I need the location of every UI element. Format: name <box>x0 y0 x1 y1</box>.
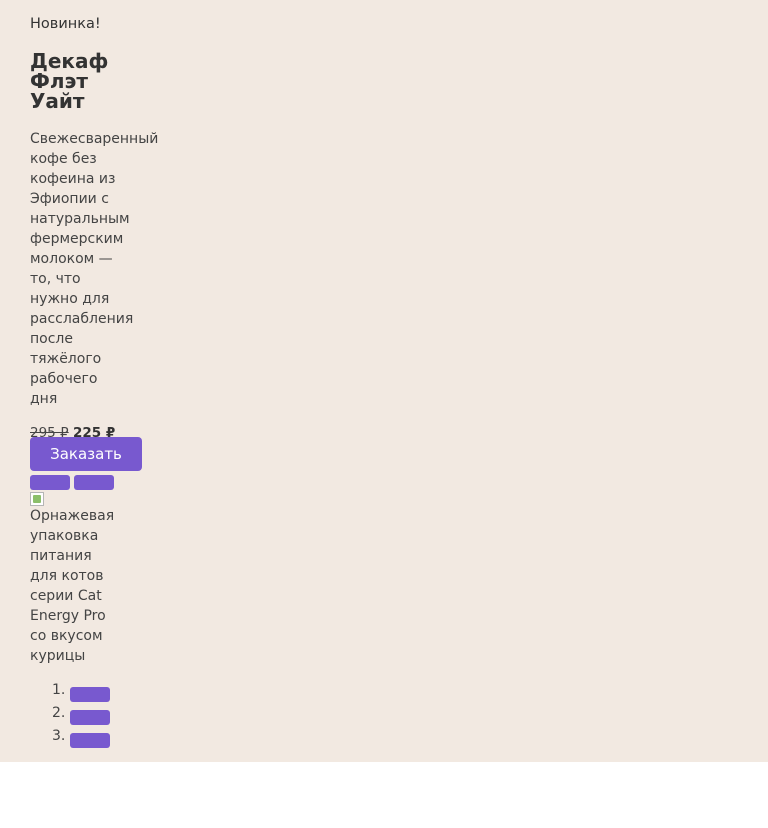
description-line: фермерским <box>30 231 124 247</box>
description-line: нужно для <box>30 291 110 307</box>
pagination-number: 1. <box>52 682 66 698</box>
slide-3-button[interactable] <box>70 733 110 748</box>
image-alt-line: серии Cat <box>30 588 102 604</box>
description-line: тяжёлого <box>30 351 102 367</box>
image-alt-line: питания <box>30 548 92 564</box>
description-line: натуральным <box>30 211 130 227</box>
image-alt-line: Орнажевая <box>30 508 115 524</box>
description-line: кофе без <box>30 151 97 167</box>
slide-2-button[interactable] <box>70 710 110 725</box>
broken-image-icon <box>30 492 44 506</box>
product-description: Свежесваренный кофе без кофеина из Эфиоп… <box>30 129 162 409</box>
description-line: расслабления <box>30 311 134 327</box>
product-title-line: Уайт <box>30 89 85 113</box>
description-line: кофеина из <box>30 171 116 187</box>
product-title-line: Декаф <box>30 49 109 73</box>
slide-1-button[interactable] <box>70 687 110 702</box>
description-line: Эфиопии с <box>30 191 109 207</box>
product-title-line: Флэт <box>30 69 88 93</box>
image-alt-line: Energy Pro <box>30 608 106 624</box>
product-title: Декаф Флэт Уайт <box>30 51 140 111</box>
description-line: дня <box>30 391 58 407</box>
description-line: молоком — <box>30 251 113 267</box>
description-line: Свежесваренный <box>30 131 159 147</box>
slider-next-button[interactable] <box>74 475 114 490</box>
image-alt-line: упаковка <box>30 528 99 544</box>
product-image-alt: Орнажевая упаковка питания для котов сер… <box>30 506 130 666</box>
description-line: то, что <box>30 271 81 287</box>
image-alt-line: курицы <box>30 648 86 664</box>
description-line: после <box>30 331 73 347</box>
promo-section: Новинка! Декаф Флэт Уайт Свежесваренный … <box>0 0 768 762</box>
image-alt-line: для котов <box>30 568 104 584</box>
description-line: рабочего <box>30 371 98 387</box>
order-button[interactable]: Заказать <box>30 437 142 471</box>
slider-prev-button[interactable] <box>30 475 70 490</box>
image-alt-line: со вкусом <box>30 628 103 644</box>
new-badge: Новинка! <box>30 16 101 32</box>
pagination-number: 3. <box>52 728 66 744</box>
pagination-number: 2. <box>52 705 66 721</box>
